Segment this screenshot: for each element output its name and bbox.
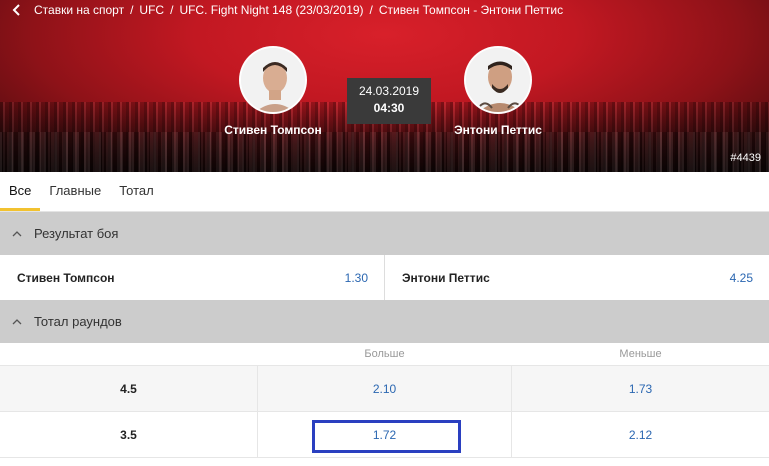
breadcrumb-item-sports-betting[interactable]: Ставки на спорт bbox=[34, 3, 124, 17]
crowd-background-detail bbox=[0, 132, 769, 172]
tab-all[interactable]: Все bbox=[0, 172, 41, 211]
total-line: 3.5 bbox=[120, 427, 137, 442]
breadcrumb: Ставки на спорт / UFC / UFC. Fight Night… bbox=[0, 0, 769, 20]
match-datetime: 24.03.2019 04:30 bbox=[347, 78, 431, 124]
over-cell[interactable]: 2.10 bbox=[257, 366, 512, 411]
breadcrumb-separator: / bbox=[130, 3, 134, 17]
event-id: #4439 bbox=[730, 152, 761, 164]
result-option-fighter2[interactable]: Энтони Петтис 4.25 bbox=[385, 255, 769, 300]
table-row: 3.5 1.72 2.12 bbox=[0, 412, 769, 458]
odd-value[interactable]: 4.25 bbox=[730, 271, 753, 285]
fighter-name: Энтони Петтис bbox=[454, 123, 542, 137]
breadcrumb-separator: / bbox=[369, 3, 373, 17]
market-title: Тотал раундов bbox=[34, 314, 122, 329]
match-time: 04:30 bbox=[373, 101, 405, 115]
breadcrumb-item-ufc[interactable]: UFC bbox=[139, 3, 164, 17]
market-filter-tabs: Все Главные Тотал bbox=[0, 172, 769, 212]
fighter-avatar bbox=[239, 46, 307, 114]
option-name: Энтони Петтис bbox=[402, 270, 490, 285]
breadcrumb-separator: / bbox=[170, 3, 174, 17]
under-cell[interactable]: 2.12 bbox=[512, 412, 769, 457]
column-header-under: Меньше bbox=[619, 348, 662, 360]
odd-value[interactable]: 2.10 bbox=[258, 366, 511, 411]
market-title: Результат боя bbox=[34, 226, 119, 241]
option-name: Стивен Томпсон bbox=[17, 270, 115, 285]
column-header-over: Больше bbox=[364, 348, 405, 360]
market-header-total-rounds[interactable]: Тотал раундов bbox=[0, 300, 769, 343]
table-row: 4.5 2.10 1.73 bbox=[0, 366, 769, 412]
odd-value[interactable]: 1.30 bbox=[345, 271, 368, 285]
under-cell[interactable]: 1.73 bbox=[512, 366, 769, 411]
market-header-result[interactable]: Результат боя bbox=[0, 212, 769, 255]
odd-value[interactable]: 1.73 bbox=[512, 366, 769, 411]
chevron-up-icon[interactable] bbox=[0, 230, 34, 237]
odd-value[interactable]: 1.72 bbox=[258, 412, 511, 457]
total-column-headers: Больше Меньше bbox=[0, 343, 769, 366]
column-header-line bbox=[0, 343, 257, 365]
match-header-banner: Ставки на спорт / UFC / UFC. Fight Night… bbox=[0, 0, 769, 172]
fighter-name: Стивен Томпсон bbox=[224, 123, 322, 137]
chevron-left-icon[interactable] bbox=[0, 0, 34, 20]
over-cell[interactable]: 1.72 bbox=[257, 412, 512, 457]
fighter-avatar bbox=[464, 46, 532, 114]
fighter-left: Стивен Томпсон bbox=[208, 46, 338, 137]
result-option-fighter1[interactable]: Стивен Томпсон 1.30 bbox=[0, 255, 385, 300]
match-date: 24.03.2019 bbox=[358, 84, 420, 98]
tab-total[interactable]: Тотал bbox=[110, 172, 163, 211]
chevron-up-icon[interactable] bbox=[0, 318, 34, 325]
result-options-row: Стивен Томпсон 1.30 Энтони Петтис 4.25 bbox=[0, 255, 769, 301]
breadcrumb-item-match: Стивен Томпсон - Энтони Петтис bbox=[378, 3, 564, 17]
total-line: 4.5 bbox=[120, 381, 137, 396]
breadcrumb-item-event[interactable]: UFC. Fight Night 148 (23/03/2019) bbox=[179, 3, 363, 17]
fighter-right: Энтони Петтис bbox=[433, 46, 563, 137]
tab-main[interactable]: Главные bbox=[40, 172, 110, 211]
odd-value[interactable]: 2.12 bbox=[512, 412, 769, 457]
